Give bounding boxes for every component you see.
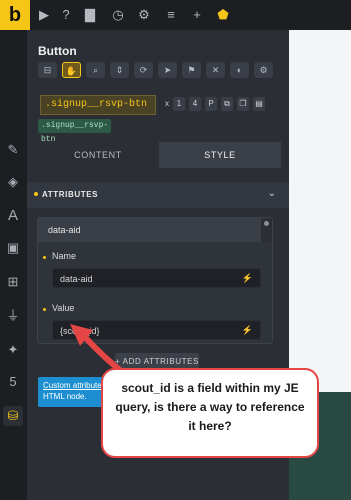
add-icon[interactable]: + [189,7,205,23]
top-toolbar: b ▶ ? ▇ ◷ ⚙ ≡ + ⬟ [0,0,351,31]
class-chip[interactable]: .signup__rsvp-btn [40,95,156,115]
attribute-value-input[interactable]: {scout_id} ⚡ [52,320,261,340]
chevron-down-icon[interactable]: ⌄ [268,188,276,199]
class-option-4[interactable]: 4 [189,97,201,111]
typography-icon[interactable]: A [3,206,23,226]
section-dot [34,192,38,196]
dynamic-data-icon[interactable]: ⚡ [242,273,253,284]
align-icon[interactable]: ⇕ [110,62,129,78]
plug-icon[interactable]: ⏚ [3,306,23,326]
close-icon[interactable]: ✕ [206,62,225,78]
app-logo[interactable]: b [0,0,30,30]
page-icon[interactable]: ▇ [82,7,98,23]
tab-style[interactable]: STYLE [159,142,281,168]
dynamic-data-icon[interactable]: ⚡ [242,325,253,336]
element-title: Button [38,44,77,58]
sliders-icon[interactable]: ≡ [163,7,179,23]
scroll-thumb[interactable] [264,221,269,226]
magic-wand-icon[interactable]: ✦ [3,340,23,360]
database-icon[interactable]: ⛁ [3,406,23,426]
remove-class-button[interactable]: x [161,97,173,111]
value-dot [43,308,46,311]
info-text: HTML node. [43,392,87,401]
class-option-1[interactable]: 1 [173,97,185,111]
name-label: Name [52,251,77,261]
attribute-header[interactable]: data-aid [38,218,262,242]
name-dot [43,256,46,259]
attribute-name-value: data-aid [60,274,93,284]
value-label: Value [52,303,75,313]
tab-content[interactable]: CONTENT [37,142,159,168]
flag-icon[interactable]: ⚑ [182,62,201,78]
cursor-icon[interactable]: ▶ [36,7,52,23]
gear-icon[interactable]: ⚙ [254,62,273,78]
panel-tabs: CONTENT STYLE [37,142,281,168]
attribute-value-value: {scout_id} [60,326,100,336]
toggle-icon[interactable]: ⊟ [38,62,57,78]
html5-icon[interactable]: 5 [3,372,23,392]
image-icon[interactable]: ▣ [3,238,23,258]
settings-icon[interactable]: ⚙ [136,7,152,23]
duplicate-icon[interactable]: ❐ [237,97,249,111]
left-sidebar: ✎ ◈ A ▣ ⊞ ⏚ ✦ 5 ⛁ [0,30,28,500]
annotation-bubble: scout_id is a field within my JE query, … [101,368,319,458]
copy-icon[interactable]: ⧉ [221,97,233,111]
attribute-scrollbar[interactable] [261,218,272,242]
section-title: ATTRIBUTES [42,190,99,199]
class-selector: .signup__rsvp-btn x 1 4 P ⧉ ❐ ▤ [37,95,279,115]
attributes-section-header[interactable]: ATTRIBUTES ⌄ [27,182,289,208]
attribute-header-label: data-aid [48,225,81,235]
class-tag[interactable]: .signup__rsvp-btn [38,119,111,144]
shield-icon[interactable]: ⬟ [215,7,231,23]
history-icon[interactable]: ◷ [110,7,126,23]
info-link[interactable]: Custom attributes [43,381,106,390]
class-option-p[interactable]: P [205,97,217,111]
help-icon[interactable]: ? [58,7,74,23]
grid-icon[interactable]: ⊞ [3,272,23,292]
pointer-icon[interactable]: ➤ [158,62,177,78]
search-icon[interactable]: ⌕ [86,62,105,78]
switch-icon[interactable]: ◐ [230,62,249,78]
paste-icon[interactable]: ▤ [253,97,265,111]
layers-icon[interactable]: ◈ [3,172,23,192]
transform-icon[interactable]: ⟳ [134,62,153,78]
attribute-name-input[interactable]: data-aid ⚡ [52,268,261,288]
hand-icon[interactable]: ✋ [62,62,81,78]
edit-icon[interactable]: ✎ [3,140,23,160]
